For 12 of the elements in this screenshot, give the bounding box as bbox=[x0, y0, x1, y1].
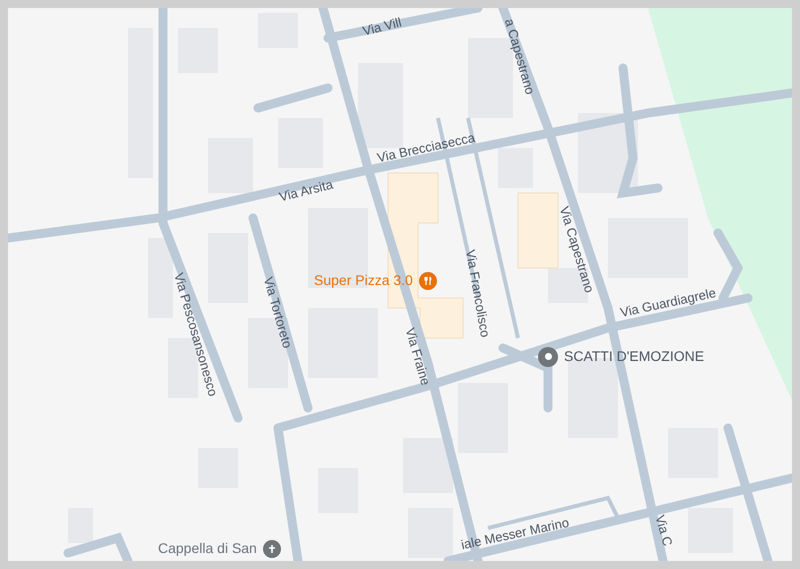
street-label: Via Francolisco bbox=[464, 248, 492, 338]
street-label: Via Vill bbox=[361, 15, 403, 38]
street-label: iale Messer Marino bbox=[460, 516, 570, 552]
place-label[interactable]: SCATTI D'EMOZIONE bbox=[564, 346, 704, 367]
street-label: Via Tortoreto bbox=[262, 276, 294, 350]
cross-icon bbox=[262, 540, 281, 558]
place-label[interactable]: Cappella di San bbox=[158, 538, 257, 559]
street-label: Via Fraine bbox=[404, 326, 432, 387]
street-label: Via C bbox=[653, 514, 675, 548]
fork-knife-icon bbox=[418, 272, 437, 290]
street-label: Via Arsita bbox=[278, 178, 334, 204]
place-label[interactable]: Super Pizza 3.0 bbox=[314, 270, 413, 291]
